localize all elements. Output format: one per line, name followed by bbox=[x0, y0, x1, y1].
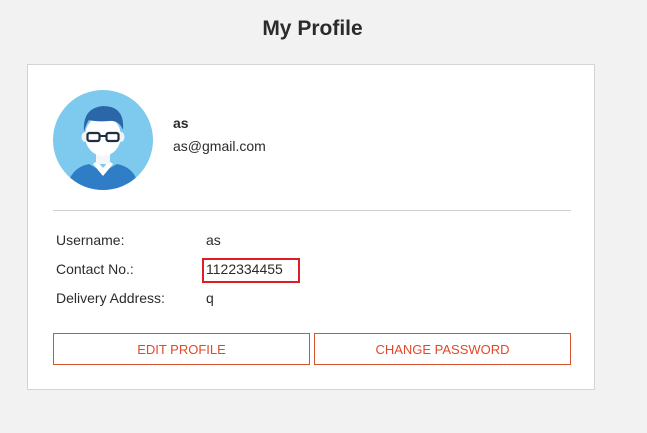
profile-card: as as@gmail.com Username: as Contact No.… bbox=[27, 64, 595, 390]
contact-label: Contact No.: bbox=[56, 261, 134, 277]
divider bbox=[53, 210, 571, 211]
profile-email: as@gmail.com bbox=[173, 138, 266, 154]
edit-profile-button[interactable]: EDIT PROFILE bbox=[53, 333, 310, 365]
delivery-address-label: Delivery Address: bbox=[56, 290, 165, 306]
change-password-button[interactable]: CHANGE PASSWORD bbox=[314, 333, 571, 365]
contact-highlight-box bbox=[202, 258, 300, 283]
page-title: My Profile bbox=[262, 17, 363, 40]
delivery-address-value: q bbox=[206, 290, 214, 306]
username-label: Username: bbox=[56, 232, 125, 248]
username-value: as bbox=[206, 232, 221, 248]
profile-name: as bbox=[173, 115, 189, 131]
user-avatar-icon bbox=[53, 90, 153, 190]
